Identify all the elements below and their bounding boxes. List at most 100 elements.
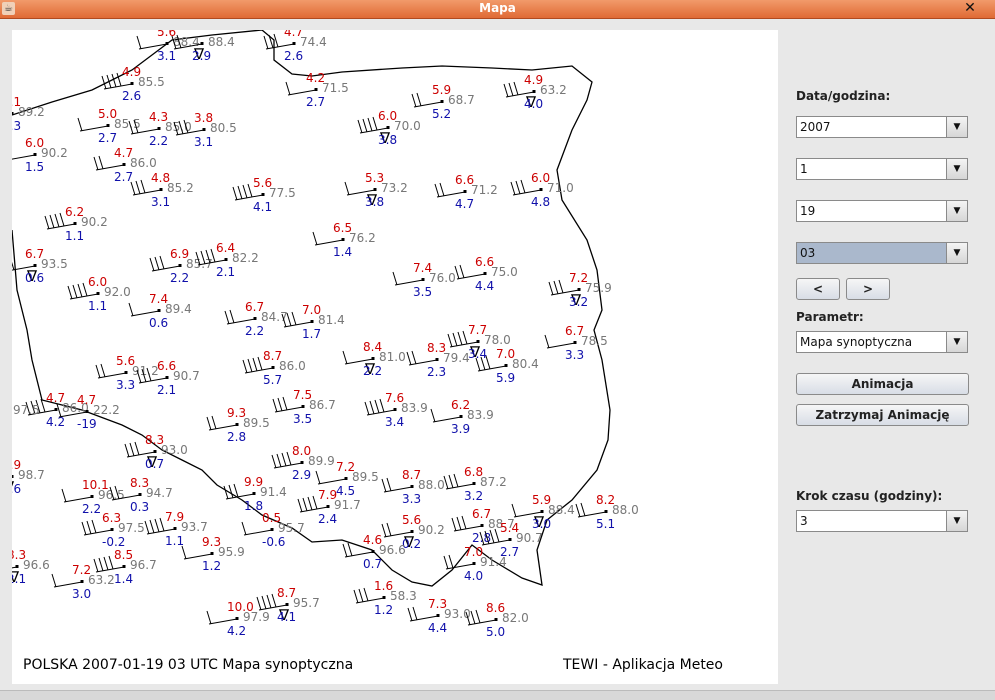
pressure-tendency-value: 3.5 (413, 285, 432, 299)
station-marker (410, 485, 414, 488)
humidity-value: 76.2 (349, 231, 376, 245)
station-marker (122, 565, 126, 568)
month-select[interactable]: 1 ▼ (796, 158, 968, 180)
pressure-tendency-value: 3.3 (116, 378, 135, 392)
wind-barb (381, 478, 387, 493)
pressure-tendency-value: 3.1 (157, 49, 176, 63)
humidity-value: 90.2 (418, 523, 445, 537)
station-marker (483, 272, 487, 275)
station-marker (85, 410, 89, 413)
pressure-tendency-value: 2.6 (122, 89, 141, 103)
wind-barb (513, 81, 519, 96)
station-marker (202, 128, 206, 131)
wind-barb (548, 281, 554, 296)
wind-barb (443, 555, 449, 570)
humidity-value: 83.9 (401, 401, 428, 415)
station-plot: 8.089.92.9 (271, 444, 335, 482)
chevron-down-icon[interactable]: ▼ (946, 117, 967, 137)
pressure-tendency-value: 4.0 (524, 97, 543, 111)
humidity-value: 95.9 (218, 545, 245, 559)
hour-value: 03 (800, 246, 816, 260)
day-select[interactable]: 19 ▼ (796, 200, 968, 222)
chevron-down-icon[interactable]: ▼ (946, 332, 967, 352)
chevron-down-icon[interactable]: ▼ (946, 511, 967, 531)
humidity-value: 96.7 (130, 558, 157, 572)
station-marker (341, 238, 345, 241)
station-marker (235, 423, 239, 426)
station-marker (165, 376, 169, 379)
humidity-value: 97.9 (243, 610, 270, 624)
wind-barb (416, 92, 422, 107)
station-plot: 9.991.41.8 (223, 475, 287, 513)
station-marker (224, 258, 228, 261)
pressure-tendency-value: 4.4 (428, 621, 447, 635)
humidity-value: 82.0 (502, 611, 529, 625)
station-plot: 7.489.40.6 (128, 292, 192, 330)
wind-barb (252, 357, 258, 372)
station-plot: 6.092.01.1 (67, 275, 131, 313)
wind-barb (271, 454, 277, 469)
chevron-down-icon[interactable]: ▼ (946, 243, 967, 263)
humidity-value: 89.9 (308, 454, 335, 468)
humidity-value: 88.0 (418, 478, 445, 492)
pressure-tendency-value: 0.6 (12, 482, 21, 496)
wind-barb (457, 331, 463, 346)
prev-button[interactable]: < (796, 278, 840, 300)
wind-barb (77, 283, 83, 298)
humidity-value: 86.7 (309, 398, 336, 412)
wind-barb (266, 594, 272, 609)
chevron-down-icon[interactable]: ▼ (946, 159, 967, 179)
pressure-tendency-value: 3.0 (72, 587, 91, 601)
pressure-tendency-value: 3.9 (451, 422, 470, 436)
wind-barb (91, 519, 97, 534)
next-button[interactable]: > (846, 278, 890, 300)
station-plot: 4.885.23.1 (130, 171, 194, 209)
wind-barb (72, 284, 78, 299)
wind-barb (315, 470, 321, 485)
station-marker (459, 415, 463, 418)
station-plot: 9.389.52.8 (206, 406, 270, 444)
wind-barb (286, 451, 292, 466)
station-marker (393, 408, 397, 411)
wind-barb (374, 399, 380, 414)
pressure-tendency-value: 0.7 (363, 557, 382, 571)
humidity-value: 71.0 (547, 181, 574, 195)
map-caption: POLSKA 2007-01-19 03 UTC Mapa synoptyczn… (23, 657, 354, 673)
station-plot: 7.081.41.7 (281, 303, 345, 341)
humidity-value: 63.2 (88, 573, 115, 587)
pressure-tendency-value: 4.4 (475, 279, 494, 293)
pressure-tendency-value: 2.3 (12, 119, 21, 133)
animate-button[interactable]: Animacja (796, 373, 969, 395)
pressure-tendency-value: 3.2 (464, 489, 483, 503)
wind-barb (206, 610, 212, 625)
parameter-select[interactable]: Mapa synoptyczna ▼ (796, 331, 968, 353)
station-plot: ∇5.988.43.0 (511, 493, 575, 531)
station-plot: 0.595.7-0.6 (241, 511, 305, 549)
station-plot: 7.476.03.5 (392, 261, 456, 299)
stop-animation-button[interactable]: Zatrzymaj Animację (796, 404, 969, 426)
wind-barb (362, 118, 368, 133)
wind-barb (100, 363, 106, 378)
pressure-tendency-value: 2.1 (157, 383, 176, 397)
humidity-value: 95.7 (293, 596, 320, 610)
humidity-value: 90.7 (516, 531, 543, 545)
wind-barb (229, 309, 235, 324)
humidity-value: 92.0 (104, 285, 131, 299)
wind-barb (232, 186, 238, 201)
station-marker (436, 614, 440, 617)
wind-barb (342, 543, 348, 558)
window-title-bar[interactable]: ☕ Mapa ✕ (0, 0, 995, 19)
wind-barb (128, 302, 134, 317)
close-icon[interactable]: ✕ (962, 0, 978, 17)
year-select[interactable]: 2007 ▼ (796, 116, 968, 138)
station-plot: 7.091.44.0 (443, 545, 507, 583)
time-step-select[interactable]: 3 ▼ (796, 510, 968, 532)
humidity-value: 73.2 (381, 181, 408, 195)
wind-barb (134, 441, 140, 456)
pressure-tendency-value: 0.6 (149, 316, 168, 330)
wind-barb (159, 255, 165, 270)
station-marker (494, 618, 498, 621)
wind-barb (503, 83, 509, 98)
hour-select[interactable]: 03 ▼ (796, 242, 968, 264)
chevron-down-icon[interactable]: ▼ (946, 201, 967, 221)
